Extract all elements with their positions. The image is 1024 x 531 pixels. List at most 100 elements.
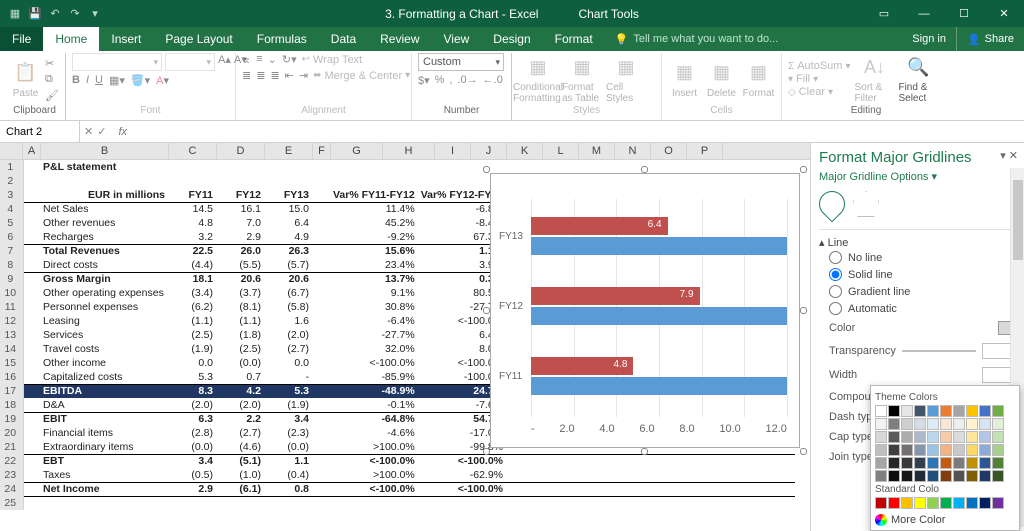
color-swatch[interactable] [901,457,913,469]
color-swatch[interactable] [888,470,900,482]
color-swatch[interactable] [927,457,939,469]
color-swatch[interactable] [953,457,965,469]
save-icon[interactable]: 💾 [26,5,44,23]
comma-icon[interactable]: , [449,74,452,87]
fx-icon[interactable]: fx [110,126,135,138]
color-swatch[interactable] [927,470,939,482]
tab-view[interactable]: View [432,27,482,51]
font-select[interactable] [72,53,162,71]
chart-bar[interactable] [531,237,787,255]
col-header[interactable]: O [651,143,687,159]
redo-icon[interactable]: ↷ [66,5,84,23]
color-swatch[interactable] [875,457,887,469]
tab-insert[interactable]: Insert [99,27,153,51]
align-right-icon[interactable]: ≣ [270,69,279,82]
color-swatch[interactable] [914,405,926,417]
fill[interactable]: ▾ Fill▾ [788,73,850,85]
col-header[interactable]: B [41,143,169,159]
col-header[interactable]: L [543,143,579,159]
resize-handle[interactable] [800,166,807,173]
color-swatch[interactable] [992,470,1004,482]
align-center-icon[interactable]: ≣ [256,69,265,82]
color-swatch[interactable] [940,444,952,456]
align-bot-icon[interactable]: ⌄ [268,53,277,66]
color-swatch[interactable] [979,470,991,482]
color-swatch[interactable] [953,470,965,482]
color-swatch[interactable] [901,418,913,430]
color-swatch[interactable] [888,444,900,456]
opt-automatic[interactable]: Automatic [829,302,1016,315]
color-swatch[interactable] [888,405,900,417]
color-swatch[interactable] [888,457,900,469]
color-swatch[interactable] [940,470,952,482]
color-swatch[interactable] [901,497,913,509]
color-swatch[interactable] [940,405,952,417]
color-swatch[interactable] [953,444,965,456]
number-format-select[interactable]: Custom [418,53,504,71]
align-mid-icon[interactable]: ≡ [256,53,262,66]
col-header[interactable]: E [265,143,313,159]
col-header[interactable]: D [217,143,265,159]
format-button[interactable]: ▦Format [742,60,775,99]
col-header[interactable]: J [471,143,507,159]
embedded-chart[interactable]: FY136.4FY127.9FY114.8-2.04.06.08.010.012… [490,173,800,448]
format-painter-icon[interactable]: 🖌 [45,89,59,102]
tab-design[interactable]: Design [481,27,542,51]
enter-icon[interactable]: ✓ [97,125,106,138]
col-header[interactable]: K [507,143,543,159]
share-button[interactable]: 👤Share [956,27,1024,51]
dec-dec-icon[interactable]: ←.0 [483,74,503,87]
color-swatch[interactable] [966,497,978,509]
color-swatch[interactable] [979,405,991,417]
line-section[interactable]: ▴ Line [819,229,1016,249]
col-header[interactable]: N [615,143,651,159]
color-swatch[interactable] [966,431,978,443]
color-swatch[interactable] [875,418,887,430]
indent-inc-icon[interactable]: ⇥ [299,69,308,82]
tab-data[interactable]: Data [319,27,368,51]
color-swatch[interactable] [992,431,1004,443]
color-swatch[interactable] [992,457,1004,469]
resize-handle[interactable] [800,307,807,314]
color-swatch[interactable] [966,444,978,456]
tell-me[interactable]: 💡Tell me what you want to do... [605,27,779,51]
col-header[interactable]: F [313,143,331,159]
color-swatch[interactable] [927,444,939,456]
cond-format-button[interactable]: ▦Conditional Formatting [518,54,558,104]
font-color-icon[interactable]: A▾ [156,74,169,87]
inc-dec-icon[interactable]: .0→ [457,74,477,87]
color-swatch[interactable] [901,405,913,417]
tab-page-layout[interactable]: Page Layout [153,27,244,51]
col-header[interactable]: A [23,143,41,159]
color-swatch[interactable] [927,418,939,430]
color-swatch[interactable] [992,497,1004,509]
taskpane-subtitle[interactable]: Major Gridline Options ▾ [819,170,1016,183]
color-swatch[interactable] [979,444,991,456]
color-swatch[interactable] [914,418,926,430]
color-swatch[interactable] [940,431,952,443]
tab-review[interactable]: Review [368,27,431,51]
color-swatch[interactable] [875,431,887,443]
cell-styles-button[interactable]: ▦Cell Styles [606,54,646,104]
worksheet[interactable]: ABCDEFGHIJKLMNOP 1P&L statement23EUR in … [0,143,810,531]
color-swatch[interactable] [992,444,1004,456]
color-swatch[interactable] [979,418,991,430]
color-swatch[interactable] [888,418,900,430]
chart-bar[interactable]: 4.8 [531,357,633,375]
size-select[interactable] [165,53,215,71]
tab-formulas[interactable]: Formulas [245,27,319,51]
delete-button[interactable]: ▦Delete [705,60,738,99]
color-swatch[interactable] [875,405,887,417]
color-swatch[interactable] [979,457,991,469]
paste-button[interactable]: 📋Paste [10,60,41,99]
opt-solid-line[interactable]: Solid line [829,268,1016,281]
paint-bucket-icon[interactable] [814,186,851,223]
tab-file[interactable]: File [0,27,43,51]
color-swatch[interactable] [914,457,926,469]
chart-bar[interactable] [531,377,787,395]
insert-button[interactable]: ▦Insert [668,60,701,99]
color-swatch[interactable] [901,470,913,482]
percent-icon[interactable]: % [435,74,445,87]
sort-filter-button[interactable]: A↓Sort & Filter [854,54,894,104]
fill-color-icon[interactable]: 🪣▾ [131,74,150,87]
